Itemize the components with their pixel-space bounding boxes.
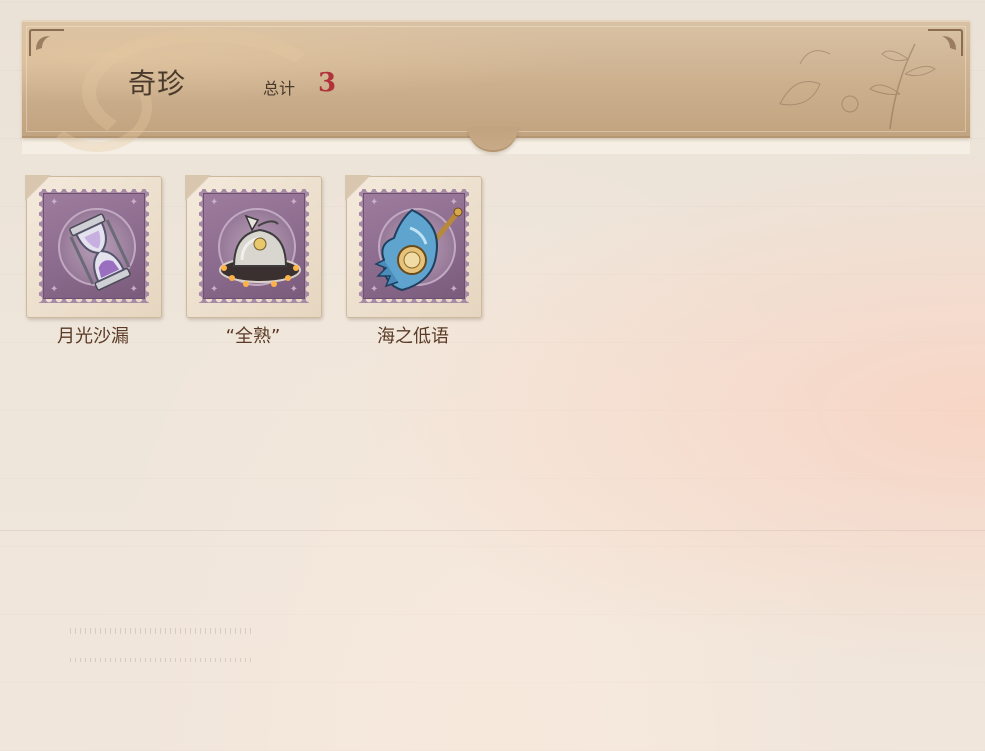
- stamp-frame: ✦ ✦ ✦ ✦: [39, 189, 149, 303]
- stamp-frame: ✦ ✦ ✦ ✦: [359, 189, 469, 303]
- ruler-decoration: [70, 628, 255, 666]
- collection-header-banner: 奇珍 总计 3: [22, 20, 970, 156]
- page-divider: [0, 530, 985, 531]
- collection-item-well-done[interactable]: ✦ ✦ ✦ ✦ “全熟”: [185, 175, 322, 347]
- stamp-frame: ✦ ✦ ✦ ✦: [199, 189, 309, 303]
- item-card: ✦ ✦ ✦ ✦: [185, 175, 322, 318]
- page-title: 奇珍: [128, 67, 187, 100]
- collection-item-moonlight-hourglass[interactable]: ✦ ✦ ✦ ✦ 月光沙漏: [25, 175, 162, 347]
- item-name: “全熟”: [225, 326, 281, 347]
- total-count: 3: [318, 68, 337, 98]
- collection-item-whisper-of-sea[interactable]: ✦ ✦ ✦ ✦ 海之低语: [345, 175, 482, 347]
- botanical-sketch-icon: [779, 43, 936, 129]
- seashell-scepter-icon: [374, 207, 463, 292]
- total-label: 总计: [263, 79, 296, 98]
- hourglass-icon: [69, 213, 131, 291]
- item-name: 海之低语: [377, 326, 449, 347]
- item-name: 月光沙漏: [57, 326, 129, 347]
- item-card: ✦ ✦ ✦ ✦: [25, 175, 162, 318]
- corner-ornament-icon: [29, 29, 64, 56]
- item-card: ✦ ✦ ✦ ✦: [345, 175, 482, 318]
- cloche-platter-icon: [219, 214, 301, 287]
